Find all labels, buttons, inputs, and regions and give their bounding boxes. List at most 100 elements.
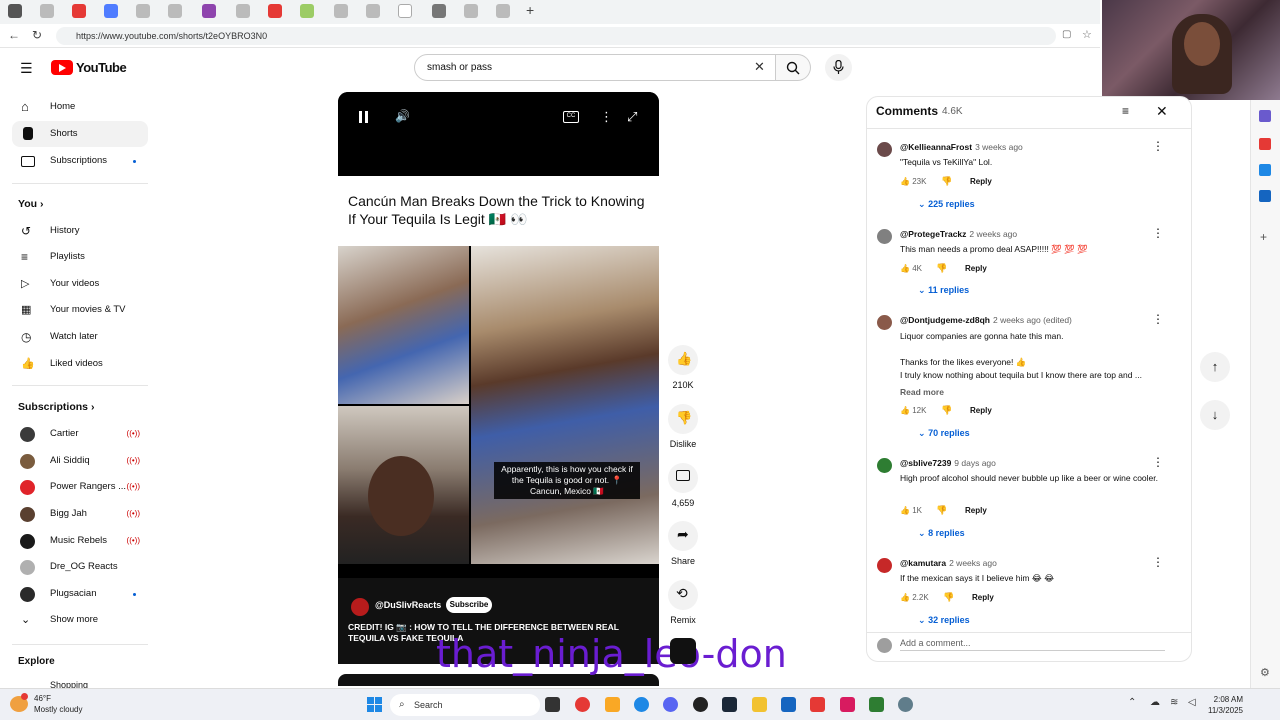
comment-dislike-icon[interactable]: 👎: [936, 263, 947, 274]
sidebar-app-icon[interactable]: [1259, 190, 1271, 202]
tab-icon[interactable]: [366, 4, 380, 18]
search-button[interactable]: [776, 54, 811, 81]
sidebar-item-watch-later[interactable]: ◷ Watch later: [12, 324, 148, 350]
tab-icon[interactable]: [268, 4, 282, 18]
taskbar-search[interactable]: ⌕ Search: [390, 694, 540, 716]
reader-icon[interactable]: ▢: [1062, 29, 1071, 40]
sidebar-item-shorts[interactable]: Shorts: [12, 121, 148, 147]
reload-icon[interactable]: ↻: [32, 28, 42, 42]
youtube-wordmark[interactable]: YouTube: [76, 60, 127, 75]
chevron-up-icon[interactable]: ⌃: [1128, 697, 1136, 708]
favorite-star-icon[interactable]: ☆: [1082, 28, 1092, 41]
view-replies-button[interactable]: ⌄ 32 replies: [918, 615, 970, 626]
comment-author[interactable]: @KellieannaFrost 3 weeks ago: [900, 142, 1023, 152]
excel-icon[interactable]: [869, 697, 884, 712]
commenter-avatar[interactable]: [877, 558, 892, 573]
sidebar-item-shopping[interactable]: Shopping: [50, 680, 88, 688]
edge-icon[interactable]: [634, 697, 649, 712]
task-view-icon[interactable]: [545, 697, 560, 712]
youtube-app-icon[interactable]: [810, 697, 825, 712]
comments-button[interactable]: [668, 463, 698, 493]
comment-menu-icon[interactable]: ⋮: [1152, 555, 1164, 569]
steam-icon[interactable]: [722, 697, 737, 712]
you-section-heading[interactable]: You ›: [18, 198, 43, 210]
comment-dislike-icon[interactable]: 👎: [941, 176, 952, 187]
new-tab-icon[interactable]: +: [526, 2, 534, 18]
remix-button[interactable]: ⟲: [668, 580, 698, 610]
comment-author[interactable]: @kamutara 2 weeks ago: [900, 558, 997, 568]
commenter-avatar[interactable]: [877, 458, 892, 473]
subscription-item[interactable]: Plugsacian: [12, 581, 148, 607]
reply-button[interactable]: Reply: [965, 506, 987, 515]
captions-icon[interactable]: CC: [563, 111, 579, 123]
tab-icon[interactable]: [236, 4, 250, 18]
tab-icon[interactable]: [136, 4, 150, 18]
more-options-icon[interactable]: ⋮: [600, 109, 613, 125]
sidebar-item-playlists[interactable]: ≡ Playlists: [12, 244, 148, 270]
comment-author[interactable]: @Dontjudgeme-zd8qh 2 weeks ago (edited): [900, 315, 1072, 325]
tab-icon[interactable]: [202, 4, 216, 18]
youtube-logo-icon[interactable]: [51, 60, 73, 75]
hamburger-menu-icon[interactable]: ☰: [20, 60, 33, 77]
comment-dislike-icon[interactable]: 👎: [936, 505, 947, 516]
system-clock[interactable]: 2:08 AM 11/3/2025: [1208, 694, 1243, 716]
fullscreen-icon[interactable]: ⤢: [627, 109, 637, 125]
sidebar-app-icon[interactable]: [1259, 138, 1271, 150]
view-replies-button[interactable]: ⌄ 8 replies: [918, 528, 965, 539]
like-button[interactable]: 👍: [668, 345, 698, 375]
channel-name[interactable]: @DuSlivReacts: [375, 600, 441, 610]
app-icon[interactable]: [840, 697, 855, 712]
sidebar-item-history[interactable]: ↺ History: [12, 218, 148, 244]
dislike-button[interactable]: 👎: [668, 404, 698, 434]
subscription-item[interactable]: Music Rebels ((•)): [12, 528, 148, 554]
tab-audio-icon[interactable]: [398, 4, 412, 18]
sound-thumbnail[interactable]: [670, 638, 696, 664]
volume-icon[interactable]: 🔊: [395, 109, 410, 123]
file-explorer-icon[interactable]: [605, 697, 620, 712]
comment-dislike-icon[interactable]: 👎: [941, 405, 952, 416]
tab-icon[interactable]: [40, 4, 54, 18]
read-more-link[interactable]: Read more: [900, 386, 1165, 398]
sidebar-app-icon[interactable]: [1259, 110, 1271, 122]
view-replies-button[interactable]: ⌄ 11 replies: [918, 285, 969, 296]
url-field[interactable]: https://www.youtube.com/shorts/t2eOYBRO3…: [56, 27, 1056, 45]
settings-gear-icon[interactable]: ⚙: [1260, 666, 1270, 679]
comment-author[interactable]: @sblive7239 9 days ago: [900, 458, 996, 468]
tab-icon[interactable]: [8, 4, 22, 18]
sidebar-app-icon[interactable]: [1259, 164, 1271, 176]
comment-dislike-icon[interactable]: 👎: [943, 592, 954, 603]
start-windows-icon[interactable]: [367, 697, 382, 712]
view-replies-button[interactable]: ⌄ 225 replies: [918, 199, 975, 210]
share-button[interactable]: ➦: [668, 521, 698, 551]
commenter-avatar[interactable]: [877, 315, 892, 330]
settings-icon[interactable]: [898, 697, 913, 712]
tab-icon[interactable]: [464, 4, 478, 18]
commenter-avatar[interactable]: [877, 229, 892, 244]
previous-short-button[interactable]: ↑: [1200, 352, 1230, 382]
app-icon[interactable]: [781, 697, 796, 712]
subscription-item[interactable]: Ali Siddiq ((•)): [12, 448, 148, 474]
reply-button[interactable]: Reply: [970, 406, 992, 415]
sidebar-item-subscriptions[interactable]: Subscriptions: [12, 148, 148, 174]
sort-icon[interactable]: ≡: [1122, 104, 1129, 118]
comment-menu-icon[interactable]: ⋮: [1152, 139, 1164, 153]
sidebar-item-liked-videos[interactable]: 👍 Liked videos: [12, 351, 148, 377]
cloud-icon[interactable]: ☁: [1150, 697, 1160, 708]
tab-icon[interactable]: [432, 4, 446, 18]
tab-icon[interactable]: [168, 4, 182, 18]
pause-icon[interactable]: [358, 110, 370, 124]
comment-menu-icon[interactable]: ⋮: [1152, 312, 1164, 326]
subscription-item[interactable]: Power Rangers ... ((•)): [12, 474, 148, 500]
tab-icon[interactable]: [496, 4, 510, 18]
tab-icon[interactable]: [334, 4, 348, 18]
obs-icon[interactable]: [693, 697, 708, 712]
show-more-button[interactable]: ⌄ Show more: [12, 607, 148, 633]
subscription-item[interactable]: Cartier ((•)): [12, 421, 148, 447]
reply-button[interactable]: Reply: [965, 264, 987, 273]
back-icon[interactable]: ←: [8, 28, 20, 42]
subscription-item[interactable]: Bigg Jah ((•)): [12, 501, 148, 527]
speaker-icon[interactable]: ◁: [1188, 697, 1196, 708]
clear-search-icon[interactable]: ✕: [754, 59, 765, 75]
commenter-avatar[interactable]: [877, 142, 892, 157]
search-input[interactable]: smash or pass: [414, 54, 776, 81]
